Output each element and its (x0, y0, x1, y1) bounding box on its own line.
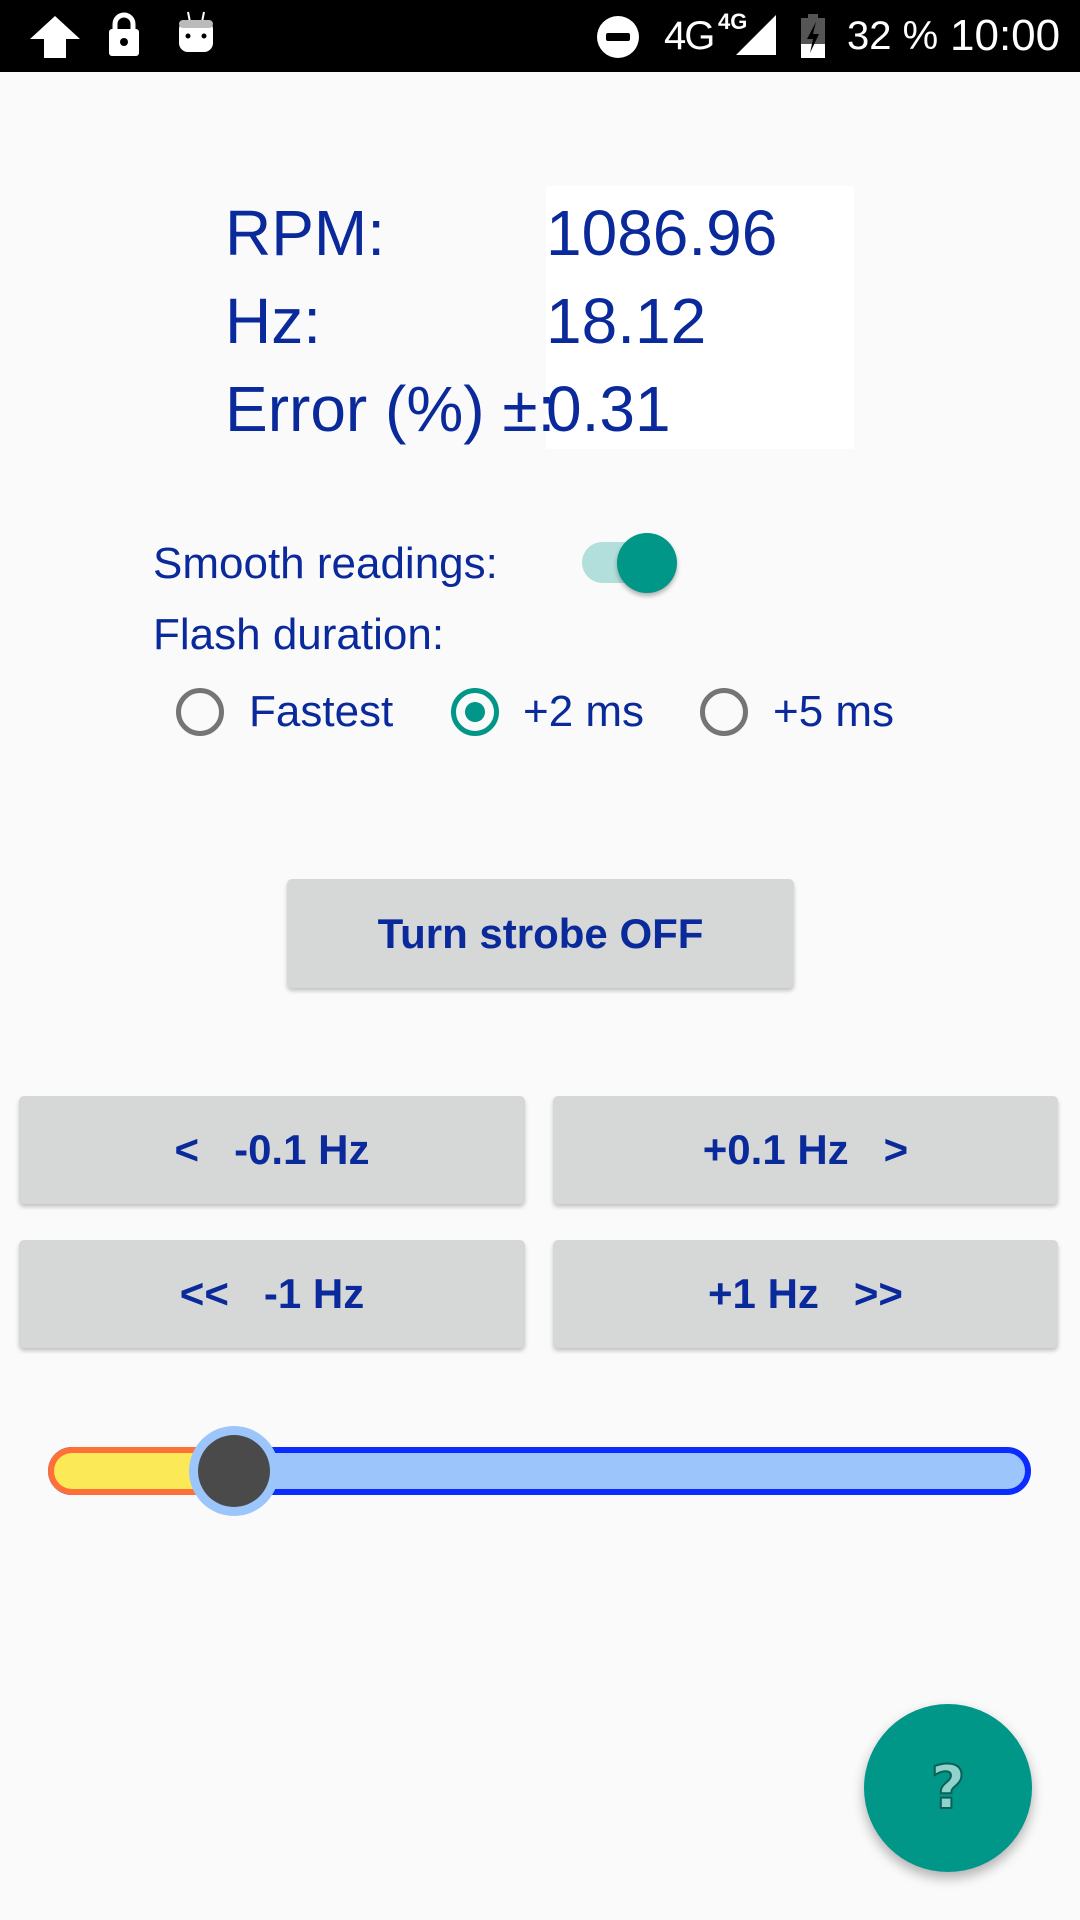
plus-0-1-hz-button[interactable]: +0.1 Hz > (553, 1096, 1058, 1204)
radio-button (700, 688, 748, 736)
radio-label: +5 ms (773, 687, 895, 736)
android-robot-icon (179, 11, 213, 52)
rpm-value: 1086.96 (546, 197, 778, 269)
turn-strobe-off-button[interactable]: Turn strobe OFF (287, 879, 794, 988)
minus-1-hz-button[interactable]: << -1 Hz (19, 1240, 525, 1348)
plus-1-hz-button[interactable]: +1 Hz >> (553, 1240, 1058, 1348)
cell-signal-icon (736, 15, 776, 55)
lock-icon (109, 12, 139, 56)
slider-thumb-core (197, 1435, 270, 1507)
frequency-slider[interactable] (0, 1420, 1080, 1520)
radio-label: Fastest (249, 687, 394, 736)
upload-arrow-icon (30, 16, 80, 58)
network-type: 4G (664, 14, 715, 58)
slider-thumb[interactable] (188, 1426, 279, 1516)
rpm-label: RPM: (225, 197, 385, 269)
error-value: 0.31 (546, 373, 671, 445)
minus-0-1-hz-button[interactable]: < -0.1 Hz (19, 1096, 525, 1204)
flash-duration-label: Flash duration: (153, 610, 445, 659)
help-fab-button[interactable]: ? (864, 1704, 1032, 1872)
radio-option-5ms[interactable]: +5 ms (700, 686, 920, 738)
do-not-disturb-icon (597, 16, 639, 58)
radio-label: +2 ms (523, 687, 645, 736)
smooth-readings-label: Smooth readings: (153, 539, 498, 588)
radio-button-checked (451, 688, 499, 736)
battery-charging-icon (801, 14, 825, 58)
smooth-readings-switch[interactable] (576, 530, 682, 596)
radio-option-fastest[interactable]: Fastest (176, 686, 416, 738)
hz-label: Hz: (225, 285, 321, 357)
switch-thumb (617, 533, 677, 593)
hz-value: 18.12 (546, 285, 707, 357)
battery-percent: 32 % (847, 14, 939, 58)
question-mark-icon: ? (930, 1753, 967, 1823)
error-label: Error (%) ±: (225, 373, 556, 445)
radio-button (176, 688, 224, 736)
radio-option-2ms[interactable]: +2 ms (451, 686, 671, 738)
clock: 10:00 (950, 11, 1061, 60)
status-bar: 4G 4G 32 % 10:00 (0, 0, 1080, 72)
